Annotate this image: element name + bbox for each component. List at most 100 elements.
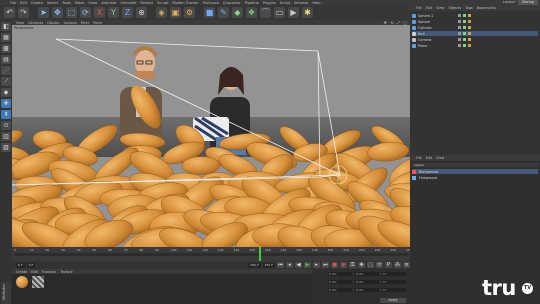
render-picture-viewer-icon[interactable]: ▣	[170, 7, 181, 18]
menu-tools[interactable]: Tools	[62, 1, 71, 5]
play-backwards-icon[interactable]: ◀	[295, 262, 302, 268]
tag-icon[interactable]	[458, 14, 461, 17]
tag-icon[interactable]	[458, 32, 461, 35]
object-menu-view[interactable]: View	[436, 6, 444, 10]
autokey-icon[interactable]: ◉	[340, 262, 347, 268]
parameter-key-icon[interactable]: P	[385, 262, 392, 268]
snap-icon[interactable]: ⊙	[1, 121, 11, 130]
point-level-key-icon[interactable]: ⁂	[394, 262, 401, 268]
menu-window[interactable]: Window	[294, 1, 308, 5]
go-to-end-icon[interactable]: ⏭	[322, 262, 329, 268]
visibility-dot-icon[interactable]	[463, 44, 466, 47]
tag-icon[interactable]	[458, 38, 461, 41]
viewport-menu-cameras[interactable]: Cameras	[28, 21, 43, 25]
rotation-p-field[interactable]: 0 °	[382, 280, 406, 284]
menu-mesh[interactable]: Mesh	[75, 1, 84, 5]
apply-button[interactable]: Apply	[380, 298, 406, 303]
size-y-field[interactable]: 0 cm	[355, 280, 379, 284]
cube-icon[interactable]: ■	[204, 7, 215, 18]
layer-menu-view[interactable]: View	[436, 156, 444, 160]
object-tags[interactable]	[458, 32, 471, 35]
viewport-menu-filter[interactable]: Filter	[81, 21, 89, 25]
object-tags[interactable]	[458, 20, 471, 23]
object-menu-objects[interactable]: Objects	[448, 6, 461, 10]
tag-icon[interactable]	[458, 44, 461, 47]
floor-icon[interactable]: ▭	[274, 7, 285, 18]
rotation-key-icon[interactable]: ⟳	[376, 262, 383, 268]
move-icon[interactable]: ✥	[52, 7, 63, 18]
scale-icon[interactable]: ⬚	[66, 7, 77, 18]
size-z-field[interactable]: 0 cm	[355, 288, 379, 292]
preview-end-field[interactable]: 250 F	[262, 262, 275, 268]
camera-icon[interactable]: ▶	[288, 7, 299, 18]
tag-icon[interactable]	[458, 20, 461, 23]
render-settings-icon[interactable]: ⚙	[184, 7, 195, 18]
viewport-menu-options[interactable]: Options	[64, 21, 77, 25]
keyframe-selection-icon[interactable]: ⚿	[349, 262, 356, 268]
material-menu-create[interactable]: Create	[16, 270, 27, 274]
tag-icon[interactable]	[458, 26, 461, 29]
object-menu-bookmarks[interactable]: Bookmarks	[477, 6, 496, 10]
menu-file[interactable]: File	[10, 1, 16, 5]
axis-x-icon[interactable]: X	[94, 7, 105, 18]
go-to-start-icon[interactable]: ⏮	[277, 262, 284, 268]
polygons-mode-icon[interactable]: ◆	[1, 88, 11, 97]
menu-render[interactable]: Render	[140, 1, 153, 5]
viewport-menu-display[interactable]: Display	[47, 21, 60, 25]
object-tags[interactable]	[458, 38, 471, 41]
menu-character[interactable]: Character	[223, 1, 241, 5]
start-frame-field[interactable]: 0 F	[16, 262, 25, 268]
material-swatch-background[interactable]	[32, 276, 44, 288]
play-icon[interactable]: ▶	[304, 262, 311, 268]
position-y-field[interactable]: 0 cm	[328, 280, 352, 284]
live-select-icon[interactable]: ➤	[38, 7, 49, 18]
subdivision-icon[interactable]: ◆	[232, 7, 243, 18]
end-frame-field[interactable]: 250 F	[248, 262, 261, 268]
tag-icon[interactable]	[468, 32, 471, 35]
menu-snap[interactable]: Snap	[88, 1, 97, 5]
menu-sculpt[interactable]: Sculpt	[157, 1, 168, 5]
previous-key-icon[interactable]: ◂	[286, 262, 293, 268]
bend-deformer-icon[interactable]: ⌒	[260, 7, 271, 18]
object-row[interactable]: Camera	[412, 37, 538, 42]
workplane-icon[interactable]: ▤	[1, 55, 11, 64]
material-swatch-pill[interactable]	[16, 276, 28, 288]
visibility-dot-icon[interactable]	[463, 38, 466, 41]
null-object-gizmo[interactable]	[328, 165, 348, 185]
menu-mograph[interactable]: MoGraph	[203, 1, 219, 5]
model-mode-icon[interactable]: ▦	[1, 33, 11, 42]
position-z-field[interactable]: 0 cm	[328, 288, 352, 292]
menu-motion-tracker[interactable]: Motion Tracker	[172, 1, 198, 5]
position-x-field[interactable]: 0 cm	[328, 272, 352, 276]
visibility-dot-icon[interactable]	[463, 26, 466, 29]
next-key-icon[interactable]: ▸	[313, 262, 320, 268]
light-icon[interactable]: ✱	[302, 7, 313, 18]
scale-key-icon[interactable]: ⬚	[367, 262, 374, 268]
coordinate-system-icon[interactable]: ⊕	[136, 7, 147, 18]
object-menu-tags[interactable]: Tags	[465, 6, 473, 10]
object-row[interactable]: Plane	[412, 43, 538, 48]
texture-mode-icon[interactable]: ▩	[1, 44, 11, 53]
object-row[interactable]: Null	[412, 31, 538, 36]
object-tags[interactable]	[458, 44, 471, 47]
menu-pipeline[interactable]: Pipeline	[245, 1, 259, 5]
size-x-field[interactable]: 0 cm	[355, 272, 379, 276]
render-view-icon[interactable]: ◈	[156, 7, 167, 18]
object-row[interactable]: Sphere.1	[412, 13, 538, 18]
points-mode-icon[interactable]: ⋰	[1, 66, 11, 75]
axis-y-icon[interactable]: Y	[108, 7, 119, 18]
material-menu-edit[interactable]: Edit	[31, 270, 38, 274]
current-frame-field[interactable]: 0 F	[26, 262, 36, 268]
perspective-viewport[interactable]: Perspective	[12, 25, 410, 247]
record-icon[interactable]: ●	[331, 262, 338, 268]
timeline-playhead[interactable]	[259, 247, 261, 261]
visibility-dot-icon[interactable]	[463, 14, 466, 17]
tag-icon[interactable]	[468, 26, 471, 29]
layer-menu-file[interactable]: File	[416, 156, 422, 160]
menu-create[interactable]: Create	[31, 1, 43, 5]
rotation-h-field[interactable]: 0 °	[382, 272, 406, 276]
material-menu-texture[interactable]: Texture	[60, 270, 72, 274]
redo-icon[interactable]: ↷	[18, 7, 29, 18]
position-key-icon[interactable]: ✥	[358, 262, 365, 268]
menu-plugins[interactable]: Plugins	[263, 1, 276, 5]
